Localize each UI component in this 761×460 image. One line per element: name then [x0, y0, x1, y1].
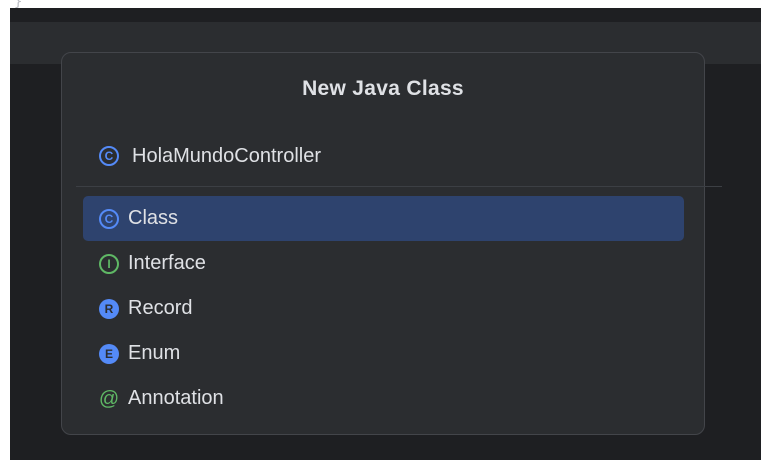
top-edge: [10, 0, 761, 8]
kind-label: Record: [128, 297, 193, 319]
kind-item-interface[interactable]: I Interface: [83, 241, 684, 286]
kind-item-class[interactable]: C Class: [83, 196, 684, 241]
kind-list: C Class I Interface R Record E Enum @ An…: [83, 196, 684, 421]
left-margin: [0, 0, 10, 460]
annotation-icon: @: [98, 387, 120, 410]
class-name-value[interactable]: HolaMundoController: [132, 145, 321, 168]
kind-item-annotation[interactable]: @ Annotation: [83, 376, 684, 421]
enum-icon: E: [99, 343, 119, 364]
kind-label: Interface: [128, 252, 206, 274]
new-java-class-dialog: New Java Class C HolaMundoController C C…: [61, 52, 722, 435]
class-name-field[interactable]: C HolaMundoController: [99, 143, 321, 169]
kind-label: Enum: [128, 342, 181, 364]
divider: [76, 186, 722, 187]
kind-label: Annotation: [128, 387, 224, 409]
kind-item-record[interactable]: R Record: [83, 286, 684, 331]
dialog-title: New Java Class: [302, 77, 464, 100]
record-icon: R: [99, 298, 119, 319]
kind-item-enum[interactable]: E Enum: [83, 331, 684, 376]
interface-icon: I: [99, 253, 119, 274]
class-icon: C: [99, 146, 119, 166]
class-icon: C: [99, 208, 119, 229]
code-brace: }: [14, 0, 23, 10]
kind-label: Class: [128, 207, 179, 229]
